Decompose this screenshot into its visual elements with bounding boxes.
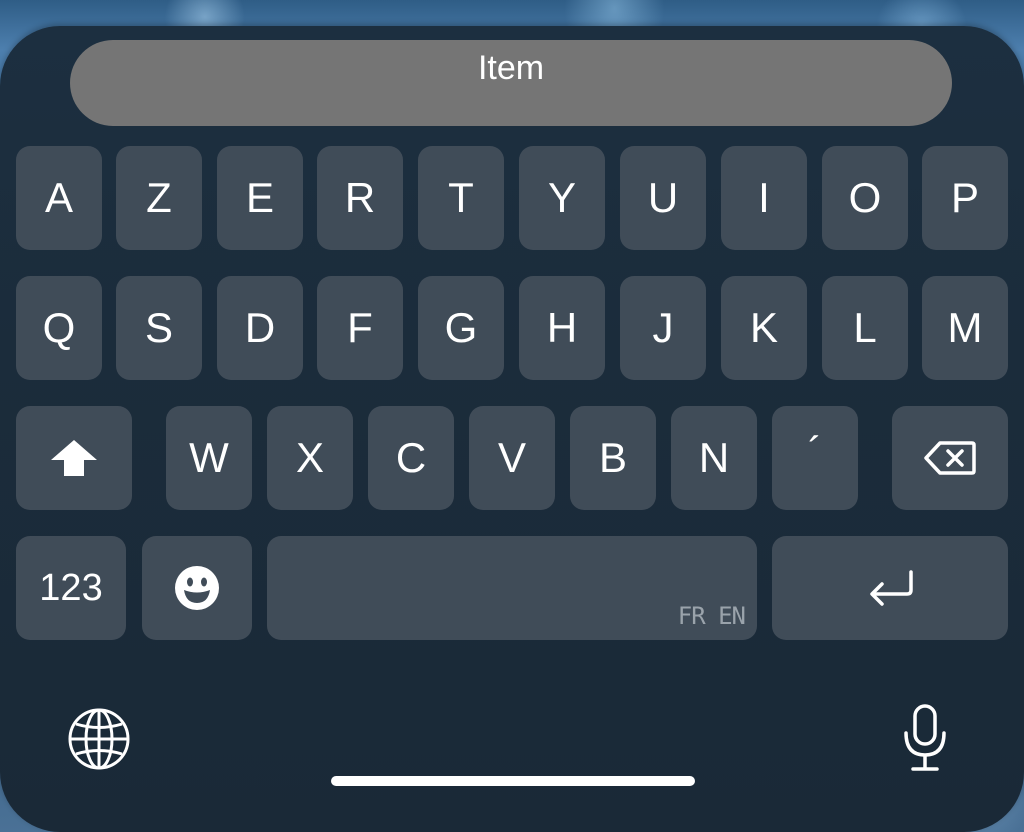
key-i[interactable]: I xyxy=(721,146,807,250)
key-label: K xyxy=(749,304,778,351)
key-label: G xyxy=(444,304,478,351)
key-s[interactable]: S xyxy=(116,276,202,380)
key-n[interactable]: N xyxy=(671,406,757,510)
shift-arrow-icon xyxy=(51,440,97,476)
return-key[interactable] xyxy=(772,536,1008,640)
delete-key[interactable] xyxy=(892,406,1008,510)
key-label: D xyxy=(244,304,276,351)
key-e[interactable]: E xyxy=(217,146,303,250)
return-arrow-icon xyxy=(870,570,913,606)
key-j[interactable]: J xyxy=(620,276,706,380)
key-label: F xyxy=(347,304,373,351)
key-label: Y xyxy=(547,174,576,221)
key-p[interactable]: P xyxy=(922,146,1008,250)
key-acute-accent[interactable]: ´ xyxy=(772,406,858,510)
emoji-key[interactable] xyxy=(142,536,252,640)
key-f[interactable]: F xyxy=(317,276,403,380)
key-t[interactable]: T xyxy=(418,146,504,250)
globe-button[interactable] xyxy=(66,706,132,772)
key-label: R xyxy=(344,174,376,221)
key-h[interactable]: H xyxy=(519,276,605,380)
key-d[interactable]: D xyxy=(217,276,303,380)
key-label: H xyxy=(546,304,578,351)
space-language-label: FR EN xyxy=(677,602,746,630)
home-indicator[interactable] xyxy=(331,776,695,786)
key-label: V xyxy=(497,434,526,481)
key-label: P xyxy=(950,174,979,221)
key-label: X xyxy=(295,434,324,481)
key-q[interactable]: Q xyxy=(16,276,102,380)
microphone-icon xyxy=(904,704,946,771)
key-label: Q xyxy=(42,304,76,351)
shift-key[interactable] xyxy=(16,406,132,510)
numbers-key[interactable]: 123 xyxy=(16,536,126,640)
key-label: I xyxy=(758,174,770,221)
space-key[interactable]: FR EN xyxy=(267,536,757,640)
suggestion-bar-item[interactable]: Item xyxy=(70,40,952,126)
key-label: U xyxy=(647,174,679,221)
key-w[interactable]: W xyxy=(166,406,252,510)
key-l[interactable]: L xyxy=(822,276,908,380)
numbers-key-label: 123 xyxy=(39,566,103,609)
emoji-smiley-icon xyxy=(175,566,219,610)
key-b[interactable]: B xyxy=(570,406,656,510)
key-label: T xyxy=(448,174,474,221)
key-v[interactable]: V xyxy=(469,406,555,510)
key-k[interactable]: K xyxy=(721,276,807,380)
key-label: E xyxy=(245,174,274,221)
key-label: C xyxy=(395,434,427,481)
key-label: M xyxy=(947,304,983,351)
key-z[interactable]: Z xyxy=(116,146,202,250)
key-label: S xyxy=(144,304,173,351)
key-label: J xyxy=(652,304,674,351)
key-o[interactable]: O xyxy=(822,146,908,250)
key-label: L xyxy=(853,304,877,351)
key-a[interactable]: A xyxy=(16,146,102,250)
key-label: O xyxy=(848,174,882,221)
key-y[interactable]: Y xyxy=(519,146,605,250)
dictation-button[interactable] xyxy=(898,702,952,774)
key-label: A xyxy=(44,174,73,221)
key-label: Z xyxy=(146,174,172,221)
key-label: W xyxy=(189,434,229,481)
key-m[interactable]: M xyxy=(922,276,1008,380)
key-r[interactable]: R xyxy=(317,146,403,250)
backspace-icon xyxy=(924,441,976,475)
globe-icon xyxy=(68,708,130,770)
key-c[interactable]: C xyxy=(368,406,454,510)
keyboard: Item A Z E R T Y U I O P Q S D F G H J K… xyxy=(0,26,1024,832)
key-u[interactable]: U xyxy=(620,146,706,250)
key-g[interactable]: G xyxy=(418,276,504,380)
key-label: B xyxy=(598,434,627,481)
key-label: N xyxy=(698,434,730,481)
key-label: ´ xyxy=(808,428,822,475)
key-x[interactable]: X xyxy=(267,406,353,510)
